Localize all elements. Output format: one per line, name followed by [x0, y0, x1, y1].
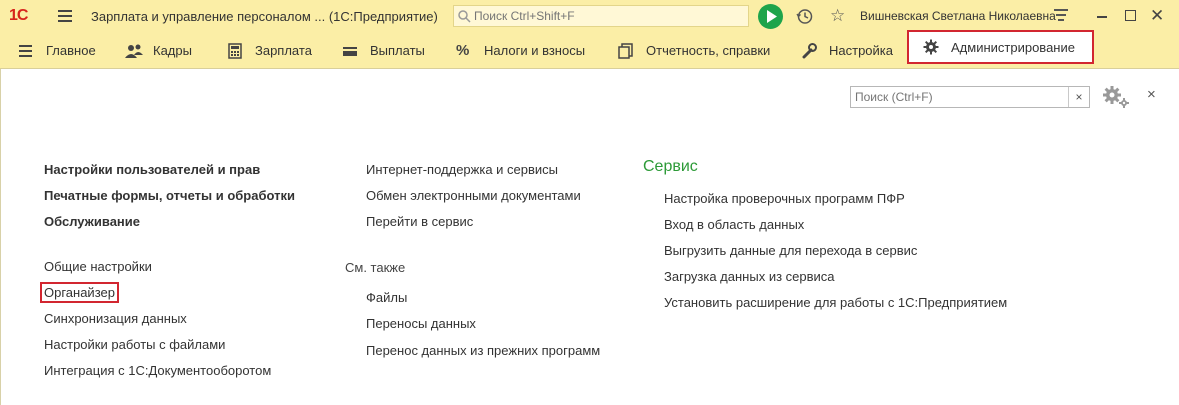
menu-item-label: Кадры — [153, 43, 192, 58]
menu-item-label: Зарплата — [255, 43, 312, 58]
global-search[interactable] — [453, 5, 749, 27]
link-edi[interactable]: Обмен электронными документами — [366, 188, 581, 203]
maximize-icon[interactable] — [1125, 10, 1136, 21]
menu-item-salary[interactable]: Зарплата — [227, 33, 312, 68]
settings-menu-icon[interactable] — [1054, 9, 1068, 24]
menu-item-payments[interactable]: Выплаты — [342, 33, 425, 68]
app-logo[interactable]: 1С — [9, 7, 28, 25]
people-icon — [125, 43, 143, 59]
play-button[interactable] — [758, 4, 783, 29]
link-general-settings[interactable]: Общие настройки — [44, 259, 152, 274]
settings-gear-icon[interactable] — [1102, 85, 1130, 109]
current-user[interactable]: Вишневская Светлана Николаевна — [860, 9, 1056, 23]
menu-item-label: Выплаты — [370, 43, 425, 58]
link-files[interactable]: Файлы — [366, 290, 407, 305]
gear-icon — [923, 39, 939, 55]
global-search-input[interactable] — [474, 8, 734, 24]
link-user-settings[interactable]: Настройки пользователей и прав — [44, 162, 260, 177]
search-icon — [458, 10, 471, 23]
link-legacy-transfer[interactable]: Перенос данных из прежних программ — [366, 343, 600, 358]
window-close-icon[interactable]: ✕ — [1150, 6, 1164, 26]
wallet-icon — [342, 43, 358, 59]
link-print-forms[interactable]: Печатные формы, отчеты и обработки — [44, 188, 295, 203]
content-search[interactable]: × — [850, 86, 1090, 108]
menu-item-label: Отчетность, справки — [646, 43, 771, 58]
menu-item-personnel[interactable]: Кадры — [125, 33, 192, 68]
link-docflow-integration[interactable]: Интеграция с 1С:Документооборотом — [44, 363, 271, 378]
close-panel-button[interactable]: × — [1147, 86, 1156, 103]
menu-item-administration[interactable]: Администрирование — [907, 30, 1094, 64]
see-also-heading: См. также — [345, 260, 406, 275]
menu-item-reports[interactable]: Отчетность, справки — [618, 33, 770, 68]
menu-item-main[interactable]: Главное — [18, 33, 96, 68]
window-title: Зарплата и управление персоналом ... (1С… — [91, 9, 438, 24]
documents-icon — [618, 42, 634, 59]
main-menu-icon[interactable] — [58, 10, 72, 22]
link-internet-support[interactable]: Интернет-поддержка и сервисы — [366, 162, 558, 177]
menu-item-label: Настройка — [829, 43, 893, 58]
favorites-star-icon[interactable]: ☆ — [830, 6, 845, 26]
link-go-to-service[interactable]: Перейти в сервис — [366, 214, 473, 229]
link-data-transfers[interactable]: Переносы данных — [366, 316, 476, 331]
menu-item-taxes[interactable]: % Налоги и взносы — [456, 33, 585, 68]
menu-item-label: Налоги и взносы — [484, 43, 586, 58]
content-search-input[interactable] — [855, 89, 1065, 105]
menu-item-label: Администрирование — [951, 39, 1075, 55]
link-pfr-check[interactable]: Настройка проверочных программ ПФР — [664, 191, 905, 206]
play-icon — [767, 10, 777, 23]
link-data-area-login[interactable]: Вход в область данных — [664, 217, 804, 232]
link-export-to-service[interactable]: Выгрузить данные для перехода в сервис — [664, 243, 917, 258]
clear-search-button[interactable]: × — [1068, 87, 1089, 107]
percent-icon: % — [456, 41, 470, 59]
history-icon[interactable] — [796, 8, 813, 25]
link-install-extension[interactable]: Установить расширение для работы с 1С:Пр… — [664, 295, 1007, 310]
link-data-sync[interactable]: Синхронизация данных — [44, 311, 187, 326]
link-file-settings[interactable]: Настройки работы с файлами — [44, 337, 225, 352]
wrench-icon — [801, 42, 817, 59]
menu-item-label: Главное — [46, 43, 96, 58]
menu-item-settings[interactable]: Настройка — [801, 33, 893, 68]
hamburger-icon — [18, 43, 34, 59]
minimize-icon[interactable] — [1097, 16, 1107, 18]
link-import-from-service[interactable]: Загрузка данных из сервиса — [664, 269, 835, 284]
service-heading: Сервис — [643, 158, 698, 175]
link-organizer[interactable]: Органайзер — [40, 282, 119, 303]
section-menu: Главное Кадры Зарплата Выплаты % Налоги … — [0, 30, 1179, 69]
calculator-icon — [227, 42, 243, 59]
link-maintenance[interactable]: Обслуживание — [44, 214, 140, 229]
